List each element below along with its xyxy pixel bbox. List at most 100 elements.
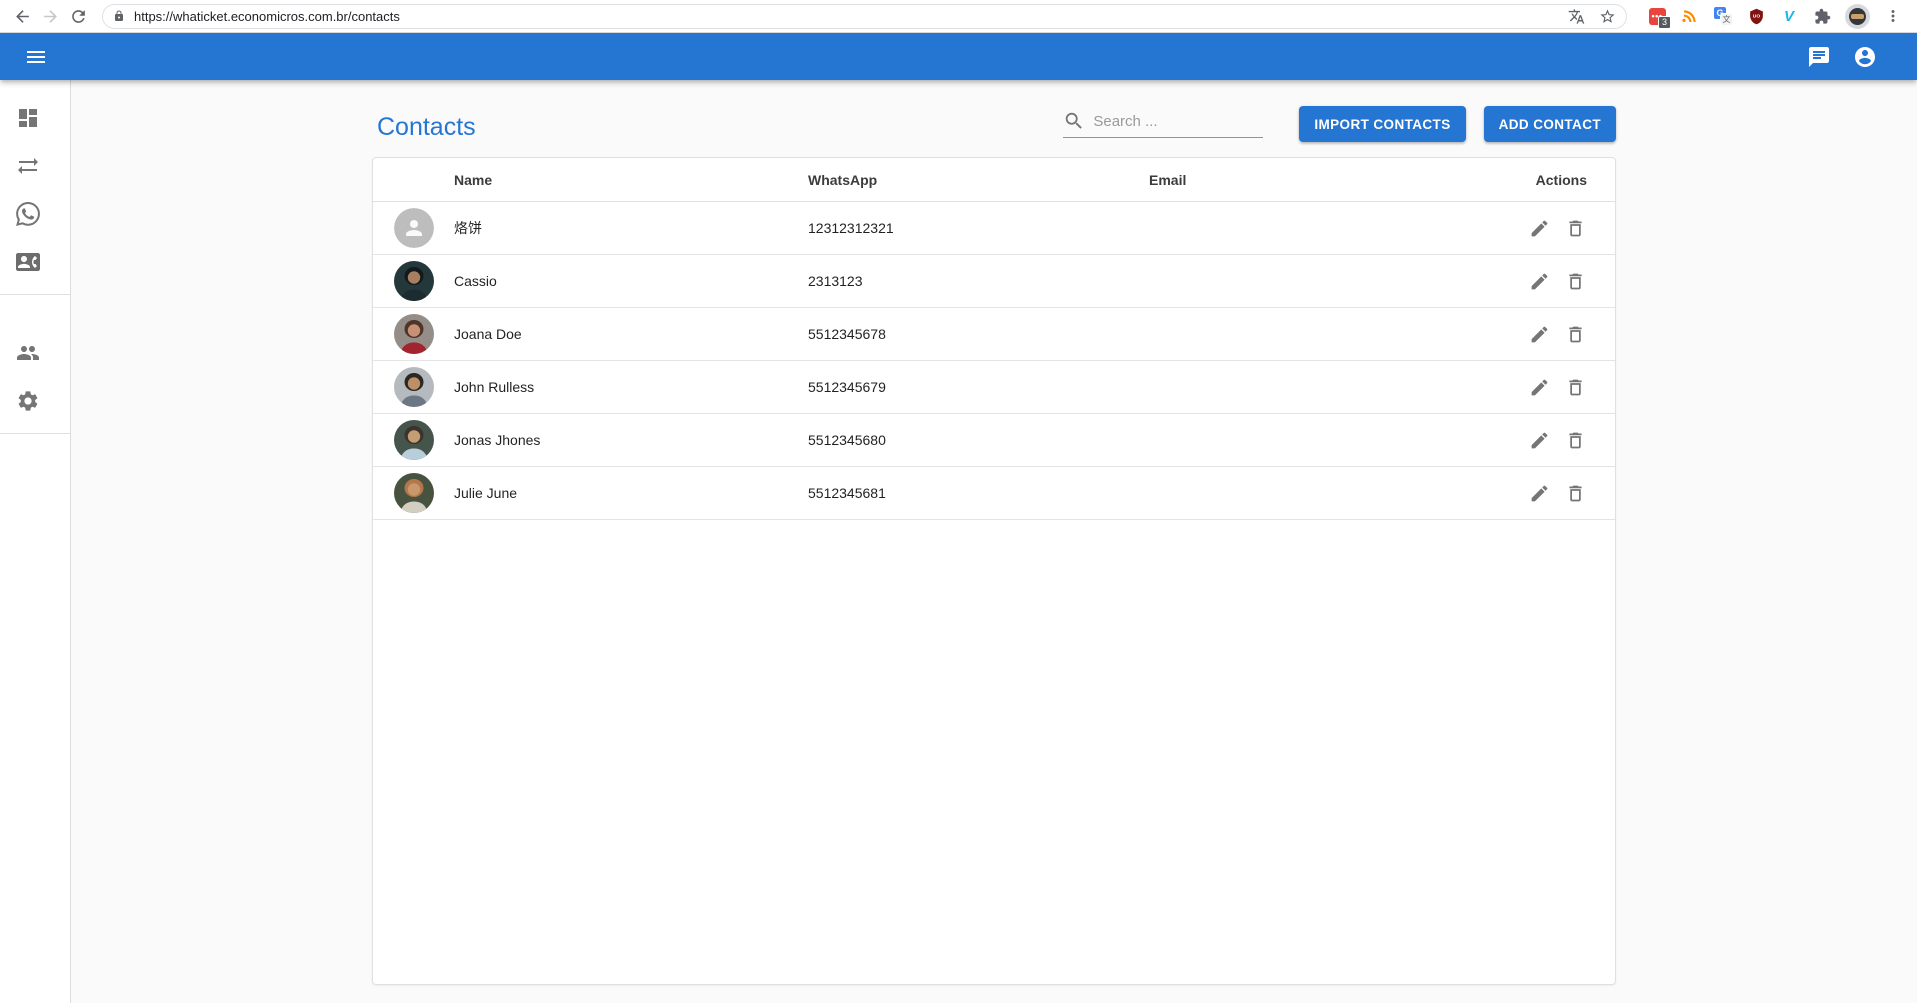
edit-contact-button[interactable]	[1525, 320, 1553, 348]
browser-back-button[interactable]	[8, 2, 36, 30]
browser-menu-icon[interactable]	[1883, 6, 1903, 26]
sidebar-divider	[0, 433, 70, 434]
contact-name: John Rulless	[454, 379, 808, 395]
contact-whatsapp: 5512345679	[808, 379, 1149, 395]
table-body: 烙饼 12312312321 Cassio 2313123 Joana Do	[373, 202, 1615, 520]
menu-button[interactable]	[16, 37, 56, 77]
translate-page-icon[interactable]	[1568, 8, 1585, 25]
menu-icon	[24, 45, 48, 69]
sidebar-item-tickets[interactable]	[0, 190, 70, 238]
import-contacts-button[interactable]: IMPORT CONTACTS	[1299, 106, 1465, 142]
sidebar-item-dashboard[interactable]	[0, 94, 70, 142]
forward-icon	[41, 7, 60, 26]
delete-contact-button[interactable]	[1561, 479, 1589, 507]
header-whatsapp: WhatsApp	[808, 172, 1149, 188]
messages-button[interactable]	[1799, 37, 1839, 77]
header-email: Email	[1149, 172, 1450, 188]
header-actions: Actions	[1450, 172, 1615, 188]
vimeo-extension-icon[interactable]: V	[1779, 6, 1799, 26]
red-dots-extension-icon[interactable]: ••• 3	[1647, 6, 1667, 26]
lock-icon	[113, 10, 125, 22]
whatsapp-icon	[16, 202, 40, 226]
edit-contact-button[interactable]	[1525, 267, 1553, 295]
puzzle-extension-icon[interactable]	[1812, 6, 1832, 26]
ublock-extension-icon[interactable]: UO	[1746, 6, 1766, 26]
svg-text:UO: UO	[1752, 13, 1760, 19]
contact-name: Cassio	[454, 273, 808, 289]
contact-name: 烙饼	[454, 218, 808, 238]
dashboard-icon	[16, 106, 40, 130]
delete-contact-button[interactable]	[1561, 426, 1589, 454]
contact-name: Jonas Jhones	[454, 432, 808, 448]
add-contact-button[interactable]: ADD CONTACT	[1484, 106, 1616, 142]
search-icon	[1063, 110, 1085, 132]
delete-contact-button[interactable]	[1561, 320, 1589, 348]
contact-avatar	[394, 208, 434, 248]
contact-avatar	[394, 261, 434, 301]
table-row: John Rulless 5512345679	[373, 361, 1615, 414]
translate-extension-icon[interactable]: G文	[1713, 6, 1733, 26]
edit-pencil-icon	[1529, 377, 1550, 398]
edit-pencil-icon	[1529, 271, 1550, 292]
delete-trash-icon	[1565, 430, 1586, 451]
extension-area: ••• 3 G文 UO V	[1637, 4, 1909, 29]
search-box	[1063, 110, 1263, 138]
people-icon	[16, 341, 40, 365]
browser-toolbar: https://whaticket.economicros.com.br/con…	[0, 0, 1917, 33]
delete-contact-button[interactable]	[1561, 267, 1589, 295]
rss-extension-icon[interactable]	[1680, 6, 1700, 26]
chat-icon	[1807, 45, 1831, 69]
contact-name: Julie June	[454, 485, 808, 501]
browser-reload-button[interactable]	[64, 2, 92, 30]
header-name: Name	[454, 172, 808, 188]
swap-horizontal-icon	[16, 154, 40, 178]
edit-pencil-icon	[1529, 324, 1550, 345]
address-bar[interactable]: https://whaticket.economicros.com.br/con…	[102, 4, 1627, 29]
page-title: Contacts	[372, 113, 476, 142]
sidebar-item-connections[interactable]	[0, 142, 70, 190]
search-input[interactable]	[1093, 113, 1253, 130]
extension-badge: 3	[1658, 16, 1671, 29]
edit-contact-button[interactable]	[1525, 479, 1553, 507]
reload-icon	[69, 7, 88, 26]
edit-pencil-icon	[1529, 218, 1550, 239]
delete-trash-icon	[1565, 271, 1586, 292]
delete-trash-icon	[1565, 218, 1586, 239]
sidebar	[0, 80, 71, 1003]
sidebar-item-settings[interactable]	[0, 377, 70, 425]
contacts-card: Name WhatsApp Email Actions 烙饼 123123123…	[372, 157, 1616, 985]
delete-contact-button[interactable]	[1561, 373, 1589, 401]
delete-trash-icon	[1565, 377, 1586, 398]
table-row: Jonas Jhones 5512345680	[373, 414, 1615, 467]
contact-avatar	[394, 473, 434, 513]
contact-whatsapp: 2313123	[808, 273, 1149, 289]
app-bar	[0, 33, 1917, 80]
delete-trash-icon	[1565, 324, 1586, 345]
contact-whatsapp: 12312312321	[808, 220, 1149, 236]
table-row: Joana Doe 5512345678	[373, 308, 1615, 361]
contact-whatsapp: 5512345680	[808, 432, 1149, 448]
sidebar-item-contacts[interactable]	[0, 238, 70, 286]
edit-contact-button[interactable]	[1525, 426, 1553, 454]
table-row: Cassio 2313123	[373, 255, 1615, 308]
sidebar-item-users[interactable]	[0, 329, 70, 377]
edit-pencil-icon	[1529, 430, 1550, 451]
contact-name: Joana Doe	[454, 326, 808, 342]
main-content: Contacts IMPORT CONTACTS ADD CONTACT Nam…	[71, 80, 1917, 1003]
bookmark-star-icon[interactable]	[1599, 8, 1616, 25]
edit-pencil-icon	[1529, 483, 1550, 504]
edit-contact-button[interactable]	[1525, 373, 1553, 401]
account-button[interactable]	[1845, 37, 1885, 77]
browser-forward-button[interactable]	[36, 2, 64, 30]
profile-ninja-avatar[interactable]	[1845, 4, 1870, 29]
edit-contact-button[interactable]	[1525, 214, 1553, 242]
settings-icon	[16, 389, 40, 413]
table-row: Julie June 5512345681	[373, 467, 1615, 520]
delete-contact-button[interactable]	[1561, 214, 1589, 242]
delete-trash-icon	[1565, 483, 1586, 504]
back-icon	[13, 7, 32, 26]
contact-whatsapp: 5512345678	[808, 326, 1149, 342]
table-row: 烙饼 12312312321	[373, 202, 1615, 255]
contact-avatar	[394, 420, 434, 460]
contact-avatar	[394, 314, 434, 354]
